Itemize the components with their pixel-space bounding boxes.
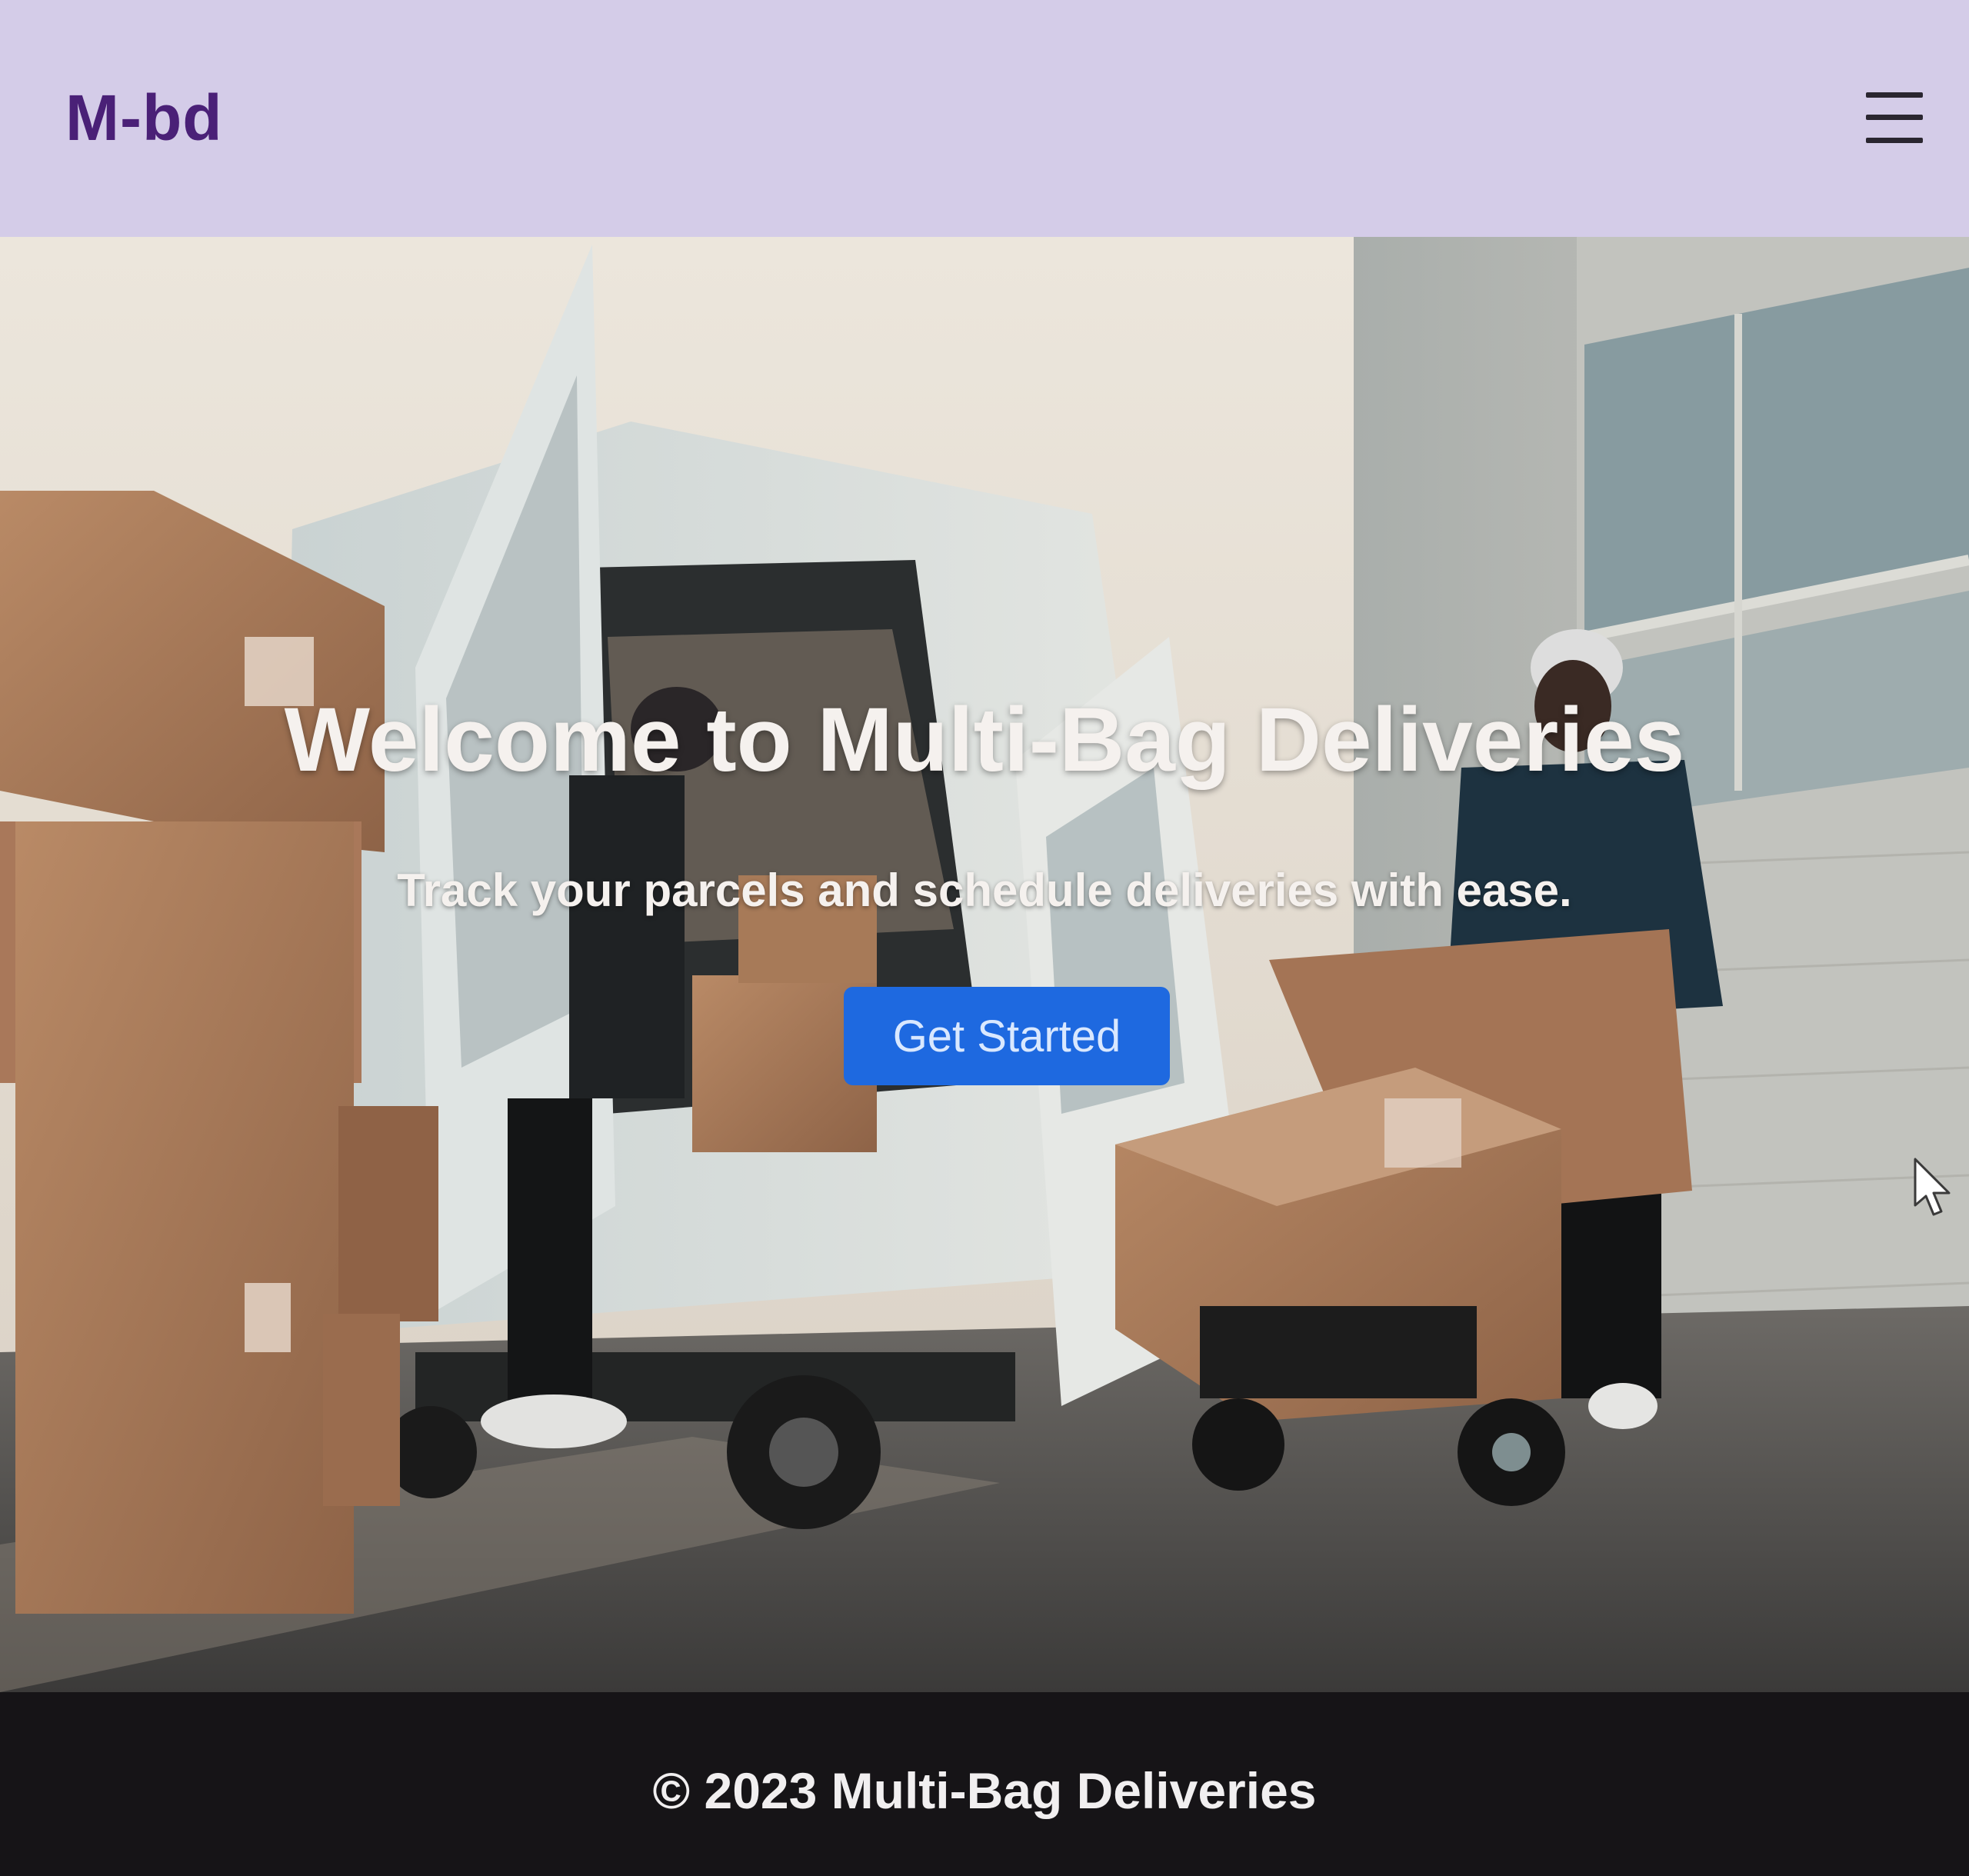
navbar: M-bd [0,0,1969,242]
footer: © 2023 Multi-Bag Deliveries [0,1692,1969,1876]
hero-content: Welcome to Multi-Bag Deliveries Track yo… [0,237,1969,1692]
hamburger-menu-icon[interactable] [1866,89,1923,146]
footer-copyright: © 2023 Multi-Bag Deliveries [652,1762,1317,1819]
brand-logo[interactable]: M-bd [65,85,223,150]
get-started-button[interactable]: Get Started [844,987,1170,1085]
hero-title: Welcome to Multi-Bag Deliveries [284,689,1685,791]
page: M-bd Welcome to Multi-Bag Deliveries Tra… [0,0,1969,1876]
mouse-cursor-icon [1914,1158,1951,1216]
hamburger-line [1866,92,1923,98]
hamburger-line [1866,137,1923,143]
hero-subtitle: Track your parcels and schedule deliveri… [397,865,1572,916]
hamburger-line [1866,115,1923,120]
hero-section: Welcome to Multi-Bag Deliveries Track yo… [0,237,1969,1692]
